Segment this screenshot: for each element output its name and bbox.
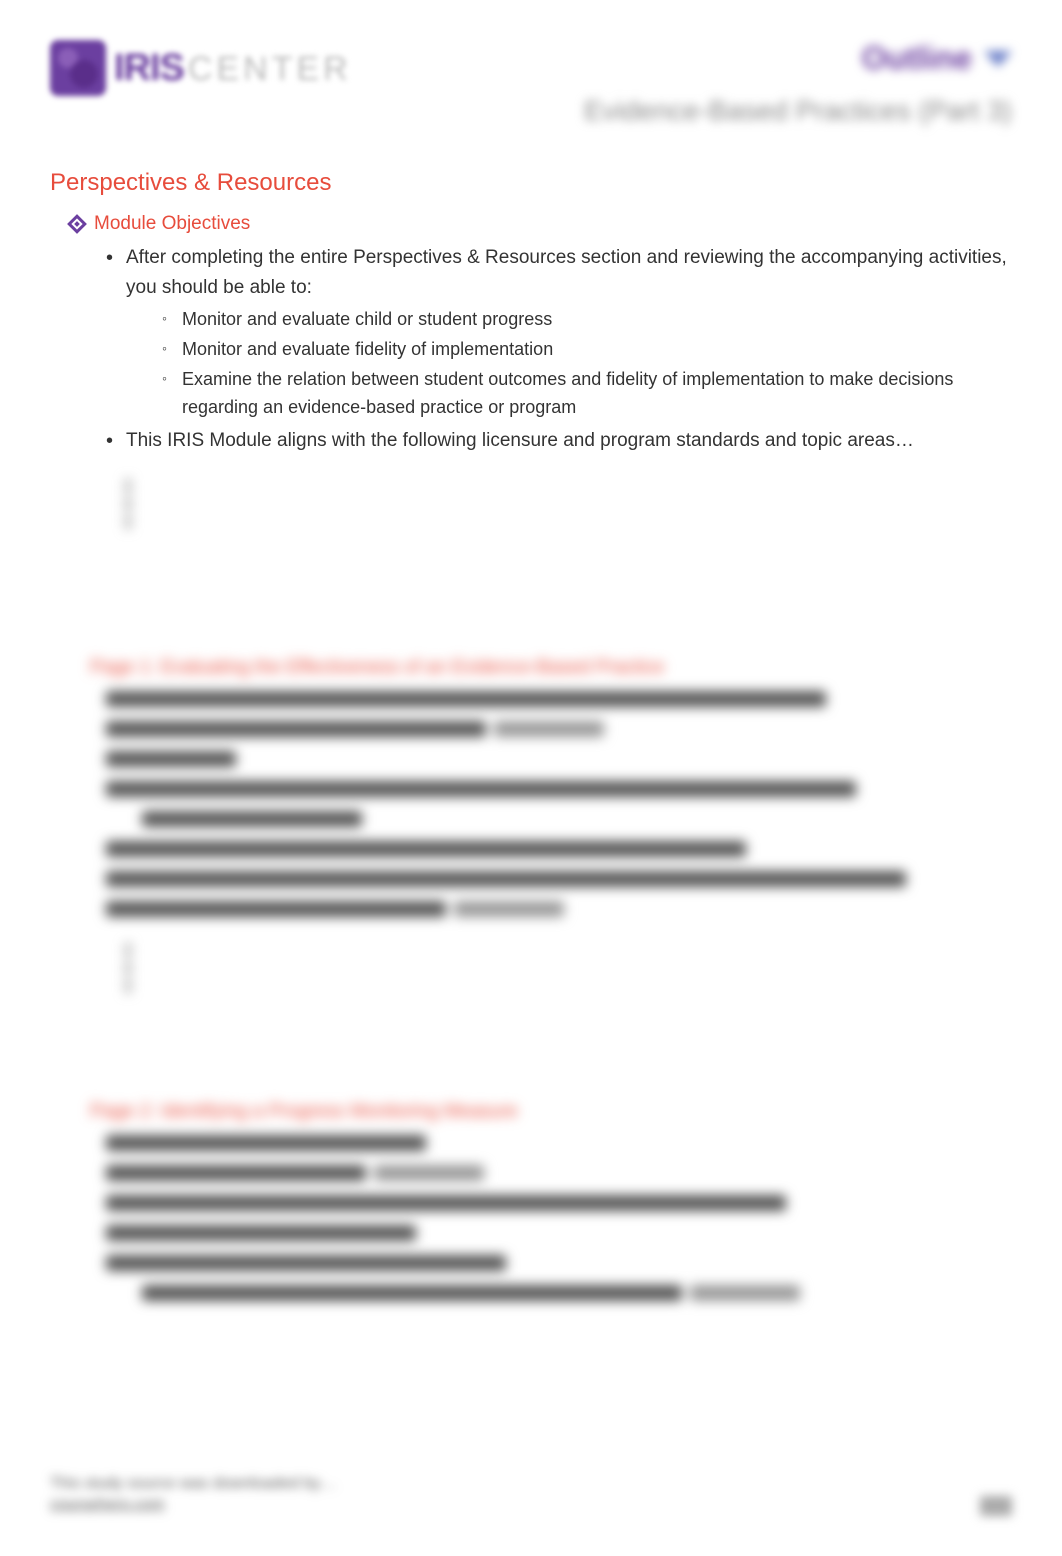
logo: IRIS CENTER [50,40,352,96]
list-item: This IRIS Module aligns with the followi… [106,426,1012,455]
logo-icon [50,40,106,96]
page-header: IRIS CENTER Outline Evidence-Based Pract… [50,40,1012,129]
header-subtitle: Evidence-Based Practices (Part 3) [584,93,1012,129]
page2-content [106,1135,1012,1307]
list-item: After completing the entire Perspectives… [106,243,1012,421]
footer-link[interactable]: coursehero.com [50,1496,165,1513]
page1-title: Page 1: Evaluating the Effectiveness of … [90,657,1012,679]
blurred-marker [126,479,150,529]
list-item: Monitor and evaluate child or student pr… [162,306,1012,334]
chevron-down-icon [984,51,1012,67]
module-title: Module Objectives [94,213,250,235]
page2-title: Page 2: Identifying a Progress Monitorin… [90,1101,1012,1123]
footer-source: This study source was downloaded by… [50,1474,336,1495]
outline-button[interactable]: Outline [862,40,1012,77]
page1-content [106,691,1012,923]
logo-text-center: CENTER [188,50,352,89]
logo-text-iris: IRIS [114,47,184,90]
module-objectives-header: Module Objectives [70,213,1012,235]
intro-text: After completing the entire Perspectives… [126,247,1007,297]
diamond-icon [67,214,87,234]
list-item: Examine the relation between student out… [162,366,1012,422]
page-number [980,1496,1012,1516]
list-item: Monitor and evaluate fidelity of impleme… [162,336,1012,364]
page-footer: This study source was downloaded by… cou… [50,1474,1012,1516]
section-title: Perspectives & Resources [50,169,1012,197]
objectives-list: After completing the entire Perspectives… [106,243,1012,455]
outline-label: Outline [862,40,972,77]
blurred-marker [126,943,150,993]
